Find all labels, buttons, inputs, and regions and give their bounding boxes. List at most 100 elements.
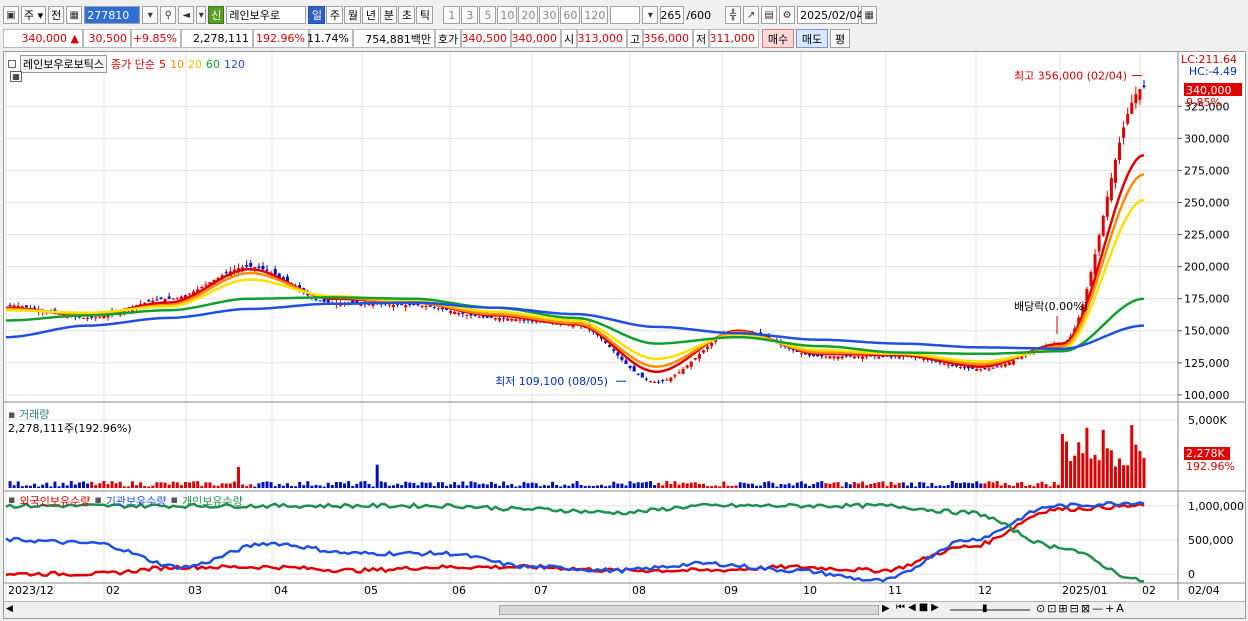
volume-bar xyxy=(958,483,962,488)
scroll-right-icon[interactable]: ▶ xyxy=(882,603,890,614)
timeframe-tab-1[interactable]: 주 xyxy=(326,6,344,24)
speaker-icon[interactable]: ◄ xyxy=(178,6,195,24)
volume-bar xyxy=(110,481,114,488)
candle-body xyxy=(498,318,502,321)
volume-bar xyxy=(873,482,877,488)
volume-bar xyxy=(738,482,742,488)
interval-button-3[interactable]: 3 xyxy=(461,6,479,24)
legend-square-icon[interactable]: ▪ xyxy=(171,493,178,509)
scroll-thumb[interactable] xyxy=(499,605,879,615)
buy-button[interactable]: 매수 xyxy=(762,29,794,48)
candle-body xyxy=(171,298,175,300)
pct-tag: 9.85% xyxy=(1186,96,1221,109)
volume-bar xyxy=(257,483,261,488)
window-menu-icon[interactable]: ▣ xyxy=(3,6,19,24)
volume-bar xyxy=(685,483,689,488)
code-search-icon[interactable]: ▦ xyxy=(66,6,83,24)
prev-button[interactable]: 전 xyxy=(48,6,65,24)
volume-bar xyxy=(828,483,832,488)
volume-bar xyxy=(489,481,493,488)
candle-body xyxy=(481,316,485,318)
legend-institution: 기관보유수량 xyxy=(105,495,167,508)
period-type-select[interactable]: 주 ▾ xyxy=(21,6,47,24)
chevron-down-icon[interactable]: ▾ xyxy=(196,6,207,24)
interval-button-10[interactable]: 10 xyxy=(497,6,518,24)
legend-square-icon[interactable]: ▪ xyxy=(94,493,101,509)
timeframe-tab-4[interactable]: 분 xyxy=(380,6,398,24)
volume-bar xyxy=(232,481,236,488)
volume-bar xyxy=(306,481,310,488)
volume-bar xyxy=(542,485,546,488)
chart-area[interactable]: 최고 356,000 (02/04) 최저 109,100 (08/05) 배당락(… xyxy=(3,51,1246,619)
draw-tool-icon[interactable]: ↗ xyxy=(743,6,760,24)
legend-box-icon[interactable] xyxy=(8,60,16,68)
legend-square-icon[interactable]: ▪ xyxy=(8,493,15,509)
volume-bar xyxy=(583,485,587,488)
sell-button[interactable]: 매도 xyxy=(796,29,828,48)
volume-bar xyxy=(1089,458,1093,488)
avg-button[interactable]: 평 xyxy=(830,29,850,48)
candle-body xyxy=(669,377,673,382)
count-input[interactable]: 265 xyxy=(660,6,685,24)
price-legend: 레인보우로보틱스 종가 단순 5 10 20 60 120 xyxy=(8,55,245,73)
search-icon[interactable]: ⚲ xyxy=(160,6,177,24)
volume-bar xyxy=(37,486,41,488)
x-tick-label: 11 xyxy=(888,584,902,597)
gear-icon[interactable]: ⚙ xyxy=(779,6,796,24)
interval-button-60[interactable]: 60 xyxy=(560,6,581,24)
timeframe-tab-3[interactable]: 년 xyxy=(362,6,380,24)
candle-body xyxy=(249,263,253,267)
volume-bar xyxy=(779,483,783,488)
scroll-left-icon[interactable]: ◀ xyxy=(6,604,13,614)
interval-button-5[interactable]: 5 xyxy=(479,6,497,24)
volume-bar xyxy=(518,485,522,488)
volume-bar xyxy=(122,486,126,488)
zoom-slider[interactable] xyxy=(950,609,1030,611)
volume-bar xyxy=(946,485,950,488)
playback-controls[interactable]: ⏮◀■▶ xyxy=(896,602,942,613)
volume-bar xyxy=(391,485,395,488)
chart-tools-icons[interactable]: ⊙⊡⊞⊟⊠—+A xyxy=(1036,602,1126,615)
credit-badge[interactable]: 신 xyxy=(208,6,225,24)
candle-body xyxy=(147,300,151,302)
volume-bar xyxy=(555,484,559,488)
date-input[interactable]: 2025/02/04 xyxy=(797,6,864,24)
timeframe-tab-0[interactable]: 일 xyxy=(308,6,326,24)
stock-chart-window: ▣ 주 ▾ 전 ▦ 277810 ▾ ⚲ ◄ ▾ 신 레인보우로 일주월년분초틱… xyxy=(0,0,1248,621)
volume-bar xyxy=(591,485,595,488)
candle-body xyxy=(261,265,265,270)
volume-bar xyxy=(673,481,677,488)
custom-interval-input[interactable] xyxy=(610,6,641,24)
candle-style-icon[interactable]: ╬ xyxy=(725,6,742,24)
volume-bar xyxy=(661,485,665,488)
volume-bar xyxy=(1069,460,1073,488)
volume-bar xyxy=(999,485,1003,488)
timeframe-tab-6[interactable]: 틱 xyxy=(416,6,434,24)
volume-bar xyxy=(734,485,738,488)
volume-bar xyxy=(1020,481,1024,488)
table-icon[interactable]: ▦ xyxy=(10,71,22,82)
timeframe-tab-5[interactable]: 초 xyxy=(398,6,416,24)
chevron-down-icon[interactable]: ▾ xyxy=(642,6,659,24)
legend-foreign: 외국인보유수량 xyxy=(19,495,91,508)
zoom-thumb-icon[interactable]: ▮ xyxy=(982,603,988,614)
x-tick-label: 2025/01 xyxy=(1062,584,1108,597)
chart-canvas[interactable]: 최고 356,000 (02/04) 최저 109,100 (08/05) 배당락(… xyxy=(4,52,1245,600)
calendar-icon[interactable]: ▦ xyxy=(861,6,878,24)
legend-stock-name[interactable]: 레인보우로보틱스 xyxy=(20,55,107,73)
save-icon[interactable]: ▤ xyxy=(761,6,778,24)
candle-body xyxy=(681,368,685,374)
volume-bar xyxy=(502,481,506,488)
interval-button-30[interactable]: 30 xyxy=(539,6,560,24)
volume-bar xyxy=(710,485,714,488)
candle-body xyxy=(697,354,701,359)
stock-code-input[interactable]: 277810 xyxy=(84,6,141,24)
candle-body xyxy=(404,305,408,308)
volume-bar xyxy=(481,483,485,488)
chevron-down-icon[interactable]: ▾ xyxy=(142,6,159,24)
interval-button-20[interactable]: 20 xyxy=(518,6,539,24)
interval-button-1[interactable]: 1 xyxy=(443,6,461,24)
interval-button-120[interactable]: 120 xyxy=(581,6,609,24)
timeframe-tab-2[interactable]: 월 xyxy=(344,6,362,24)
candle-body xyxy=(946,364,950,366)
